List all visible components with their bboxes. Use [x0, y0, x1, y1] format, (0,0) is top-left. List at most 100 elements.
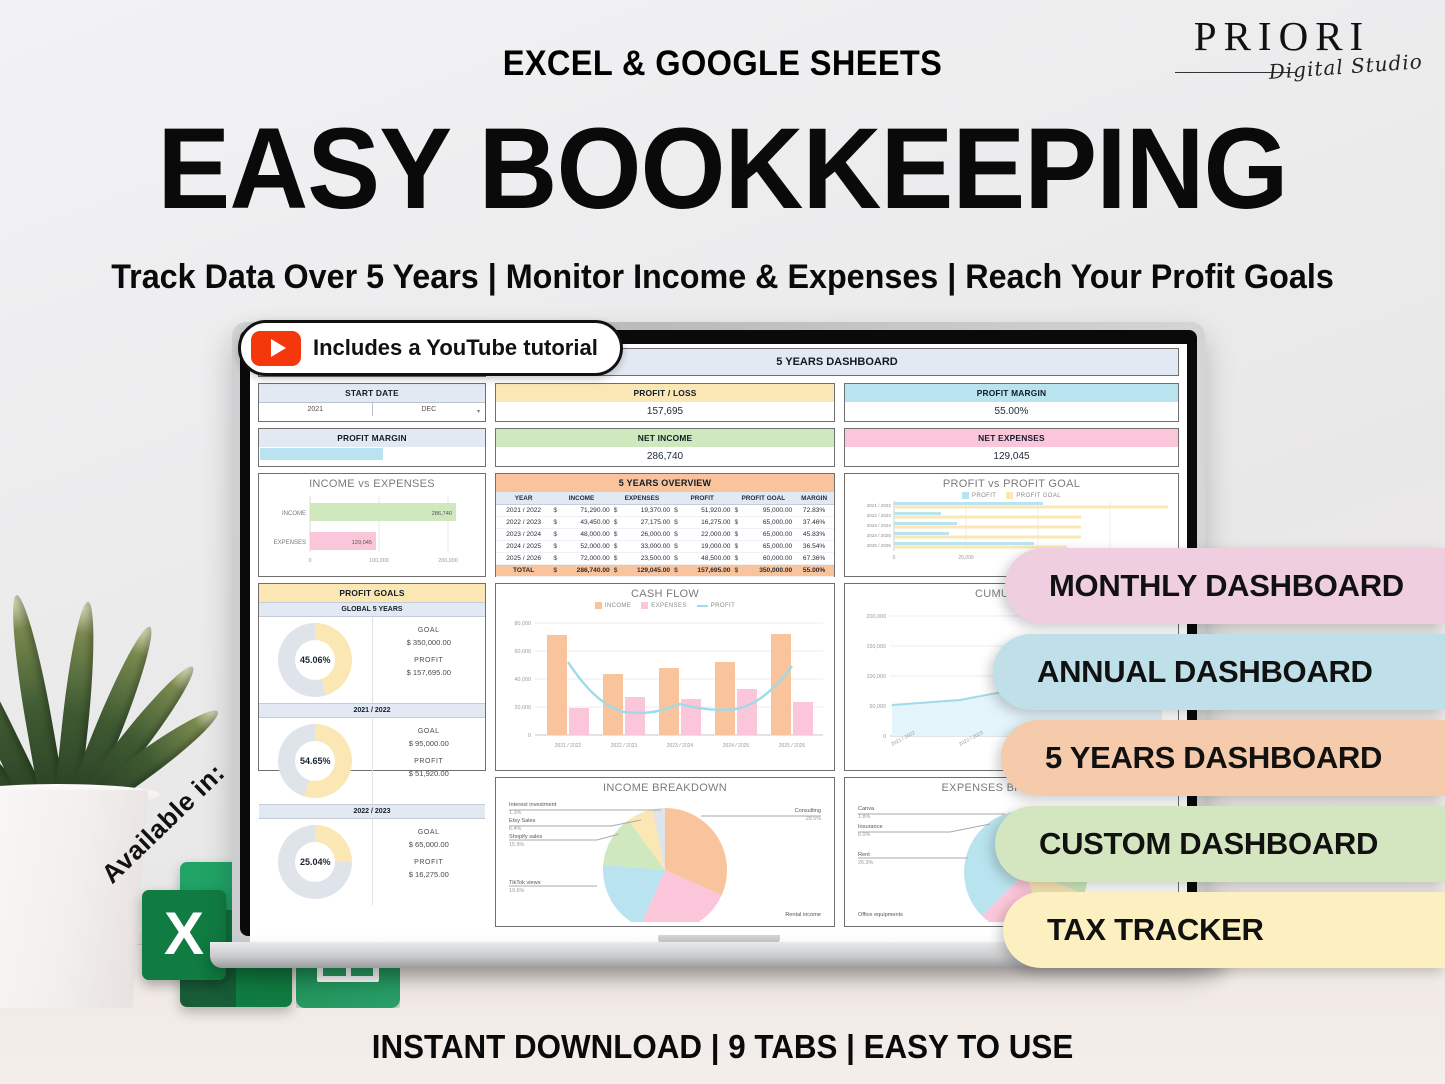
- profit-goals-card: PROFIT GOALS GLOBAL 5 YEARS 45.06% GOAL …: [258, 583, 486, 905]
- overview-col-3: PROFIT: [672, 492, 733, 505]
- svg-text:EXPENSES: EXPENSES: [274, 540, 306, 546]
- chart-income-vs-expenses-title: INCOME vs EXPENSES: [309, 478, 435, 490]
- table-row: 2021 / 2022 $71,290.00 $19,370.00 $51,92…: [496, 504, 834, 517]
- profit-goal-profit-value: $ 51,920.00: [408, 769, 449, 778]
- svg-text:129,045: 129,045: [352, 540, 372, 546]
- profit-goal-donut: 45.06%: [259, 617, 373, 703]
- svg-text:2021 / 2022: 2021 / 2022: [867, 503, 892, 508]
- feature-pill-2[interactable]: 5 YEARS DASHBOARD: [1001, 720, 1445, 796]
- chart-income-vs-expenses-svg: INCOME EXPENSES 286,740 129,045 0 100,00…: [274, 496, 458, 564]
- svg-text:6.4%: 6.4%: [509, 826, 521, 832]
- svg-text:Insurance: Insurance: [858, 824, 883, 830]
- feature-pill-list: MONTHLY DASHBOARD ANNUAL DASHBOARD 5 YEA…: [993, 548, 1445, 978]
- kpi-profit-loss-value: 157,695: [646, 406, 684, 417]
- kpi-profit-loss-label: PROFIT / LOSS: [496, 384, 834, 402]
- profit-goal-percent: 25.04%: [295, 842, 336, 882]
- profit-goal-profit-label: PROFIT: [414, 758, 444, 765]
- svg-text:Shopify sales: Shopify sales: [509, 834, 542, 840]
- svg-text:Canva: Canva: [858, 806, 875, 812]
- svg-text:2024 / 2025: 2024 / 2025: [867, 533, 892, 538]
- kpi-profit-margin-label: PROFIT MARGIN: [845, 384, 1178, 402]
- kpi-profit-margin-value: 55.00%: [994, 406, 1029, 417]
- kpi-net-income-label: NET INCOME: [496, 429, 834, 447]
- feature-pill-label: ANNUAL DASHBOARD: [1037, 654, 1373, 689]
- overview-header-row: YEAR INCOME EXPENSES PROFIT PROFIT GOAL MARGI…: [496, 492, 834, 505]
- svg-text:0: 0: [309, 558, 312, 564]
- svg-text:Etsy Sales: Etsy Sales: [509, 818, 536, 824]
- svg-text:19.6%: 19.6%: [509, 888, 524, 894]
- feature-pill-label: TAX TRACKER: [1047, 912, 1264, 947]
- profit-goals-sections: GLOBAL 5 YEARS 45.06% GOAL $ 350,000.00 …: [259, 602, 485, 905]
- svg-text:Consulting: Consulting: [795, 808, 821, 814]
- profit-goal-goal-label: GOAL: [417, 627, 440, 634]
- svg-text:60,000: 60,000: [515, 649, 532, 655]
- feature-pill-0[interactable]: MONTHLY DASHBOARD: [1005, 548, 1445, 624]
- svg-text:40,000: 40,000: [515, 677, 532, 683]
- profit-margin-bar-card: PROFIT MARGIN: [258, 428, 486, 467]
- profit-goal-profit-value: $ 16,275.00: [408, 870, 449, 879]
- profit-goal-section-label: 2022 / 2023: [259, 804, 485, 819]
- svg-text:100,000: 100,000: [369, 558, 389, 564]
- profit-goal-goal-value: $ 95,000.00: [408, 739, 449, 748]
- svg-text:15.9%: 15.9%: [509, 842, 524, 848]
- svg-text:2022 / 2023: 2022 / 2023: [867, 513, 892, 518]
- profit-goal-section-2: 2022 / 2023 25.04% GOAL $ 65,000.00 PROF…: [259, 804, 485, 905]
- chart-profit-vs-goal-title: PROFIT vs PROFIT GOAL: [942, 478, 1081, 490]
- chevron-down-icon: ▾: [476, 409, 480, 415]
- kpi-net-income-value: 286,740: [646, 451, 684, 462]
- svg-text:2021 / 2022: 2021 / 2022: [555, 743, 582, 749]
- profit-goal-goal-value: $ 65,000.00: [408, 840, 449, 849]
- svg-text:0: 0: [528, 733, 531, 739]
- svg-text:80,000: 80,000: [515, 621, 532, 627]
- svg-text:2024 / 2025: 2024 / 2025: [723, 743, 750, 749]
- svg-text:100,000: 100,000: [867, 674, 887, 680]
- footer-text: INSTANT DOWNLOAD | 9 TABS | EASY TO USE: [371, 1028, 1074, 1065]
- start-date-year-select[interactable]: 2021: [259, 403, 372, 416]
- profit-goals-title: PROFIT GOALS: [259, 584, 485, 602]
- svg-text:Rent: Rent: [858, 852, 870, 858]
- overview-table: YEAR INCOME EXPENSES PROFIT PROFIT GOAL MARGI…: [496, 492, 834, 577]
- overview-col-0: YEAR: [496, 492, 552, 505]
- plant-pot: [0, 790, 149, 1008]
- overview-col-5: MARGIN: [794, 492, 834, 505]
- svg-text:Office equipments: Office equipments: [858, 912, 903, 918]
- feature-pill-label: 5 YEARS DASHBOARD: [1045, 740, 1383, 775]
- svg-text:20,000: 20,000: [515, 705, 532, 711]
- svg-text:286,740: 286,740: [432, 511, 452, 517]
- feature-pill-1[interactable]: ANNUAL DASHBOARD: [993, 634, 1445, 710]
- svg-text:6.0%: 6.0%: [858, 832, 870, 838]
- svg-text:50,000: 50,000: [870, 704, 887, 710]
- start-date-card[interactable]: START DATE 2021 DEC ▾: [258, 383, 486, 422]
- overview-title: 5 YEARS OVERVIEW: [496, 474, 834, 492]
- table-row: 2024 / 2025 $52,000.00 $33,000.00 $19,00…: [496, 540, 834, 553]
- overview-body: 2021 / 2022 $71,290.00 $19,370.00 $51,92…: [496, 504, 834, 577]
- youtube-badge-label: Includes a YouTube tutorial: [313, 335, 598, 360]
- svg-text:25,000: 25,000: [958, 555, 974, 561]
- youtube-tutorial-badge[interactable]: Includes a YouTube tutorial: [238, 320, 623, 376]
- svg-text:TikTok views: TikTok views: [509, 880, 541, 886]
- chart-cash-flow-svg: 80,000 60,000 40,000 20,000 0 2021 / 2022 2…: [515, 621, 823, 749]
- svg-text:1.8%: 1.8%: [858, 814, 870, 820]
- page-title: EASY BOOKKEEPING: [157, 105, 1288, 233]
- subtitle-text: Track Data Over 5 Years | Monitor Income…: [111, 258, 1334, 296]
- profit-goal-goal-value: $ 350,000.00: [406, 638, 451, 647]
- feature-pill-4[interactable]: TAX TRACKER: [1003, 892, 1445, 968]
- table-row: 2023 / 2024 $48,000.00 $26,000.00 $22,00…: [496, 528, 834, 541]
- overview-col-1: INCOME: [551, 492, 612, 505]
- brand-logo: PRIORI Digital Studio: [1137, 16, 1427, 98]
- start-date-month-select[interactable]: DEC ▾: [371, 403, 486, 416]
- profit-goal-profit-label: PROFIT: [414, 859, 444, 866]
- svg-text:Interest investment: Interest investment: [509, 802, 557, 808]
- feature-pill-3[interactable]: CUSTOM DASHBOARD: [995, 806, 1445, 882]
- profit-goal-section-1: 2021 / 2022 54.65% GOAL $ 95,000.00 PROF…: [259, 703, 485, 804]
- profit-goal-donut: 54.65%: [259, 718, 373, 804]
- chart-cash-flow-legend: INCOME EXPENSES PROFIT: [501, 602, 829, 609]
- svg-text:200,000: 200,000: [438, 558, 458, 564]
- kpi-net-expenses: NET EXPENSES 129,045: [844, 428, 1179, 467]
- chart-cash-flow: CASH FLOW INCOME EXPENSES PROFIT 80,000 …: [495, 583, 835, 771]
- overview-col-4: PROFIT GOAL: [732, 492, 795, 505]
- profit-goal-goal-label: GOAL: [417, 829, 440, 836]
- profit-goal-section-label: 2021 / 2022: [259, 703, 485, 718]
- svg-text:INCOME: INCOME: [282, 511, 306, 517]
- profit-goal-section-0: GLOBAL 5 YEARS 45.06% GOAL $ 350,000.00 …: [259, 602, 485, 703]
